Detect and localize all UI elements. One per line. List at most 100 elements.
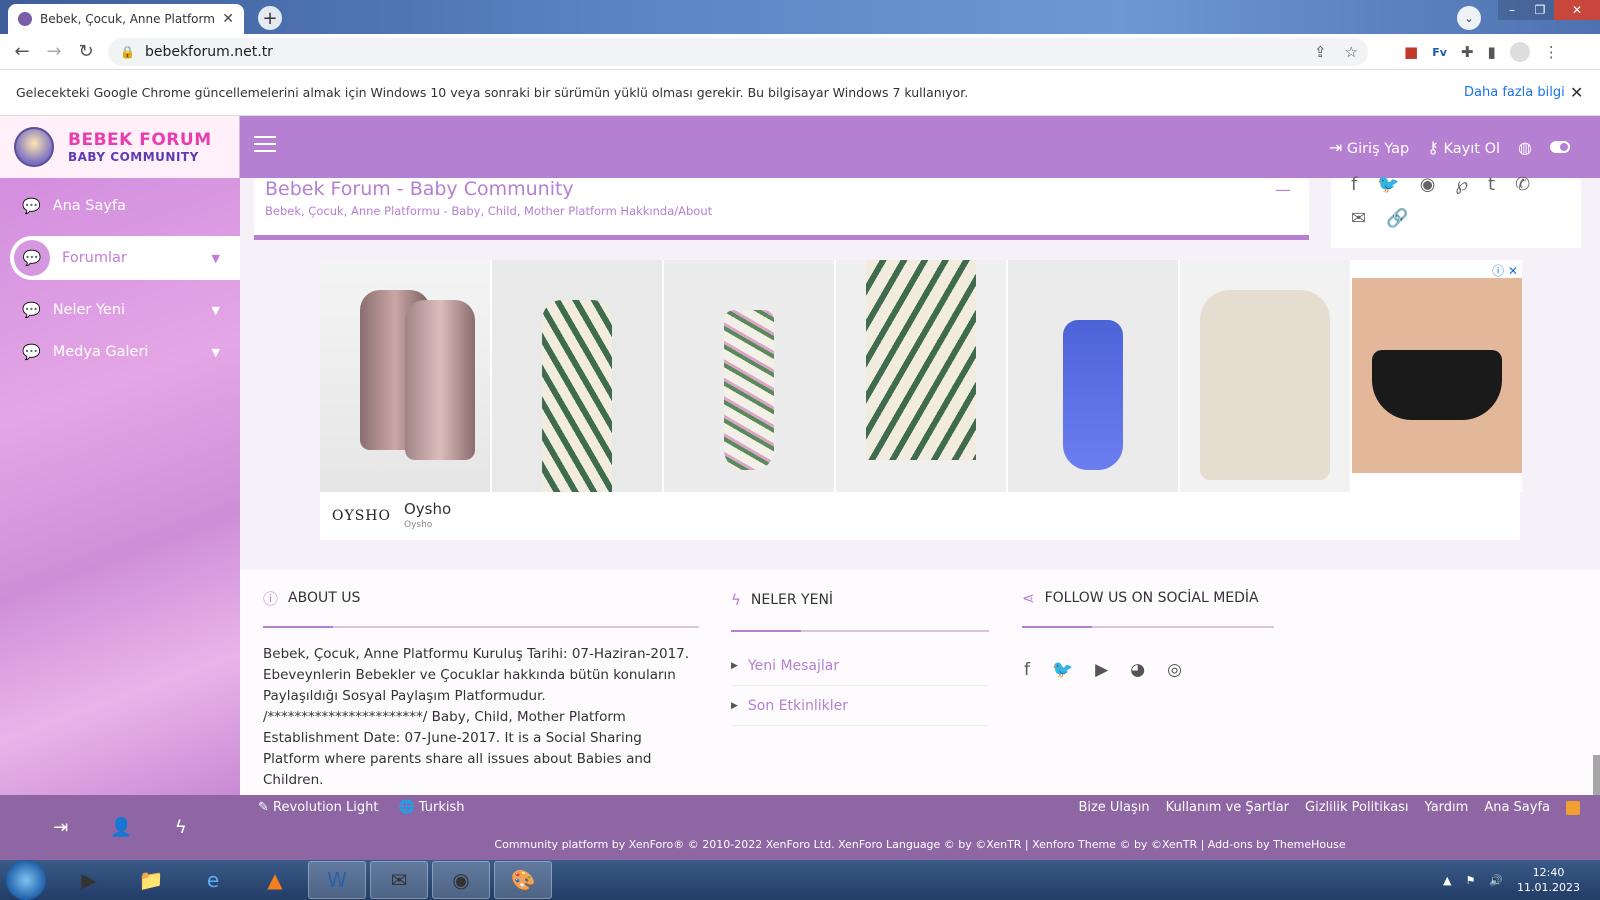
- menu-kebab-icon[interactable]: ⋮: [1544, 43, 1559, 61]
- email-icon[interactable]: ✉: [1351, 208, 1366, 229]
- new-posts-link[interactable]: ▶ Yeni Mesajlar: [731, 646, 989, 686]
- sidebar-item-home[interactable]: 💬 Ana Sayfa: [0, 184, 240, 228]
- chat-bubble-icon: 💬: [22, 197, 41, 215]
- extension-2-icon[interactable]: Fv: [1432, 46, 1447, 59]
- back-icon[interactable]: ←: [6, 41, 38, 62]
- twitter-icon[interactable]: 🐦: [1052, 660, 1073, 680]
- media-player-icon[interactable]: ▶: [60, 861, 118, 899]
- youtube-icon[interactable]: ▶: [1095, 660, 1108, 680]
- ad-product-bra[interactable]: [1352, 260, 1522, 492]
- minimize-button[interactable]: –: [1498, 0, 1526, 20]
- hamburger-menu-icon[interactable]: [254, 136, 276, 157]
- chevron-down-icon[interactable]: ▼: [212, 346, 220, 359]
- register-button[interactable]: ⚷ Kayıt Ol: [1427, 138, 1500, 157]
- maximize-button[interactable]: ❐: [1526, 0, 1554, 20]
- ad-product-sweater[interactable]: [1180, 260, 1350, 492]
- sidebar-item-whats-new[interactable]: 💬 Neler Yeni ▼: [0, 288, 240, 332]
- twitter-icon[interactable]: 🐦: [1377, 174, 1399, 195]
- start-button[interactable]: [6, 860, 46, 900]
- reload-icon[interactable]: ↻: [70, 41, 102, 62]
- ad-product-blue-dress[interactable]: [1008, 260, 1178, 492]
- contact-link[interactable]: Bize Ulaşın: [1078, 800, 1149, 815]
- file-explorer-icon[interactable]: 📁: [122, 861, 180, 899]
- address-bar[interactable]: 🔒 bebekforum.net.tr ⇪ ☆: [108, 38, 1368, 66]
- lock-icon[interactable]: 🔒: [120, 45, 135, 59]
- add-user-icon[interactable]: 👤: [110, 817, 132, 838]
- ad-product-dress[interactable]: [664, 260, 834, 492]
- ad-close-icon[interactable]: ⓘ ✕: [1492, 262, 1518, 279]
- facebook-icon[interactable]: f: [1351, 174, 1357, 195]
- logo-link[interactable]: BEBEK FORUM BABY COMMUNITY: [0, 116, 240, 178]
- reddit-icon[interactable]: ◉: [1420, 174, 1436, 195]
- chat-bubble-icon: 💬: [22, 343, 41, 361]
- extensions-area: ■ Fv ✚ ▮ ⋮: [1404, 42, 1559, 62]
- profile-avatar[interactable]: [1509, 42, 1530, 62]
- rss-icon[interactable]: [1566, 800, 1580, 815]
- link-icon[interactable]: 🔗: [1386, 208, 1408, 229]
- ad-brand-logo: OYSHO: [332, 508, 391, 524]
- help-link[interactable]: Yardım: [1425, 800, 1469, 815]
- word-icon[interactable]: W: [308, 861, 366, 899]
- ad-product-pajama[interactable]: [492, 260, 662, 492]
- pinterest-icon[interactable]: ℘: [1455, 174, 1468, 195]
- scrollbar-thumb[interactable]: [1593, 755, 1600, 795]
- language-label: Turkish: [418, 800, 465, 815]
- tray-arrow-icon[interactable]: ▲: [1443, 874, 1451, 887]
- sidebar-item-forums[interactable]: 💬 Forumlar ▼: [10, 236, 240, 280]
- tab-search-button[interactable]: ⌄: [1457, 6, 1481, 30]
- action-center-flag-icon[interactable]: ⚑: [1465, 874, 1475, 887]
- whatsapp-icon[interactable]: ✆: [1515, 174, 1530, 195]
- tab-close-icon[interactable]: ✕: [222, 11, 234, 27]
- clock[interactable]: 12:40 11.01.2023: [1517, 865, 1580, 895]
- style-chooser[interactable]: ✎ Revolution Light: [258, 800, 378, 815]
- sidebar-item-media[interactable]: 💬 Medya Galeri ▼: [0, 330, 240, 374]
- chevron-down-icon[interactable]: ▼: [212, 252, 220, 265]
- collapse-icon[interactable]: —: [1275, 180, 1291, 199]
- bolt-icon[interactable]: ϟ: [175, 817, 187, 838]
- forward-icon[interactable]: →: [38, 41, 70, 62]
- mail-icon[interactable]: ✉: [370, 861, 428, 899]
- windows-taskbar: ▶ 📁 e ▲ W ✉ ◉ 🎨 ▲ ⚑ 🔊 12:40 11.01.2023: [0, 860, 1600, 900]
- login-button[interactable]: ⇥ Giriş Yap: [1329, 138, 1409, 157]
- side-panel-icon[interactable]: ▮: [1487, 43, 1495, 61]
- chrome-icon[interactable]: ◉: [432, 861, 490, 899]
- language-chooser[interactable]: 🌐 Turkish: [398, 800, 464, 815]
- ad-product-boots[interactable]: [320, 260, 490, 492]
- clock-date: 11.01.2023: [1517, 881, 1580, 894]
- browser-tab[interactable]: Bebek, Çocuk, Anne Platformu - B ✕: [8, 4, 244, 34]
- share-nodes-icon: ⋖: [1022, 589, 1035, 607]
- palette-icon[interactable]: ◍: [1518, 138, 1532, 157]
- follow-us-section: ⋖ FOLLOW US ON SOCİAL MEDİA f 🐦 ▶ ◕ ◎: [1022, 570, 1274, 680]
- paint-icon[interactable]: 🎨: [494, 861, 552, 899]
- caret-right-icon: ▶: [731, 700, 738, 711]
- extension-1-icon[interactable]: ■: [1404, 43, 1418, 61]
- share-icon[interactable]: ⇪: [1314, 43, 1327, 61]
- internet-explorer-icon[interactable]: e: [184, 861, 242, 899]
- link-label: Yeni Mesajlar: [747, 657, 840, 674]
- sign-in-icon[interactable]: ⇥: [53, 817, 68, 838]
- advertisement[interactable]: ⓘ ✕ OYSHO Oysho Oysho: [320, 260, 1522, 540]
- volume-icon[interactable]: 🔊: [1489, 874, 1503, 887]
- tumblr-icon[interactable]: t: [1488, 174, 1495, 195]
- recent-activity-link[interactable]: ▶ Son Etkinlikler: [731, 686, 989, 726]
- instagram-icon[interactable]: ◎: [1167, 660, 1182, 680]
- page-subtitle: Bebek, Çocuk, Anne Platformu - Baby, Chi…: [265, 204, 713, 218]
- chevron-down-icon[interactable]: ▼: [212, 304, 220, 317]
- ad-product-trousers[interactable]: [836, 260, 1006, 492]
- theme-toggle[interactable]: [1550, 141, 1570, 153]
- home-link[interactable]: Ana Sayfa: [1484, 800, 1550, 815]
- new-tab-button[interactable]: +: [258, 6, 282, 30]
- privacy-link[interactable]: Gizlilik Politikası: [1305, 800, 1409, 815]
- info-close-icon[interactable]: ✕: [1570, 83, 1583, 102]
- more-info-link[interactable]: Daha fazla bilgi: [1464, 85, 1565, 100]
- ad-title[interactable]: Oysho: [404, 500, 451, 518]
- discord-icon[interactable]: ◕: [1130, 660, 1145, 680]
- bookmark-star-icon[interactable]: ☆: [1345, 43, 1358, 61]
- whats-new-section: ϟ NELER YENİ ▶ Yeni Mesajlar ▶ Son Etkinlik…: [731, 570, 989, 726]
- vlc-icon[interactable]: ▲: [246, 861, 304, 899]
- follow-title: FOLLOW US ON SOCİAL MEDİA: [1044, 590, 1259, 606]
- extensions-puzzle-icon[interactable]: ✚: [1461, 43, 1474, 61]
- terms-link[interactable]: Kullanım ve Şartlar: [1166, 800, 1289, 815]
- window-close-button[interactable]: ✕: [1554, 0, 1600, 20]
- facebook-icon[interactable]: f: [1024, 660, 1030, 680]
